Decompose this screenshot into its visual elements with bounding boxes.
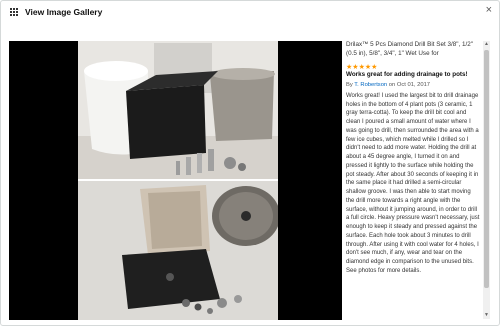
image-gallery-dialog: View Image Gallery × Drilax™ 5 Pcs Diamo…	[0, 0, 500, 326]
review-details: Drilax™ 5 Pcs Diamond Drill Bit Set 3/8"…	[346, 41, 480, 319]
dialog-header: View Image Gallery	[1, 1, 499, 23]
image-viewer	[9, 41, 342, 320]
dialog-title: View Image Gallery	[25, 7, 103, 17]
review-body: Works great! I used the largest bit to d…	[346, 92, 480, 274]
review-date: on Oct 01, 2017	[388, 81, 431, 88]
review-title: Works great for adding drainage to pots!	[346, 71, 468, 79]
review-byline: By T. Robertson on Oct 01, 2017	[346, 81, 480, 89]
review-author-link[interactable]: T. Robertson	[354, 82, 387, 88]
grid-icon	[10, 8, 18, 16]
scrollbar[interactable]: ▲ ▼	[483, 41, 490, 319]
scrollbar-thumb[interactable]	[484, 50, 489, 288]
star-rating: ★ ★ ★ ★ ★	[346, 64, 377, 71]
star-icon: ★	[371, 64, 378, 72]
close-icon[interactable]: ×	[486, 5, 492, 16]
scroll-up-arrow-icon[interactable]: ▲	[483, 41, 490, 48]
review-photo[interactable]	[78, 41, 278, 320]
scroll-down-arrow-icon[interactable]: ▼	[483, 312, 490, 319]
review-photo-image	[78, 41, 278, 320]
by-prefix: By	[346, 81, 353, 88]
review-header: ★ ★ ★ ★ ★ Works great for adding drainage to…	[346, 63, 480, 80]
product-title: Drilax™ 5 Pcs Diamond Drill Bit Set 3/8"…	[346, 41, 473, 57]
